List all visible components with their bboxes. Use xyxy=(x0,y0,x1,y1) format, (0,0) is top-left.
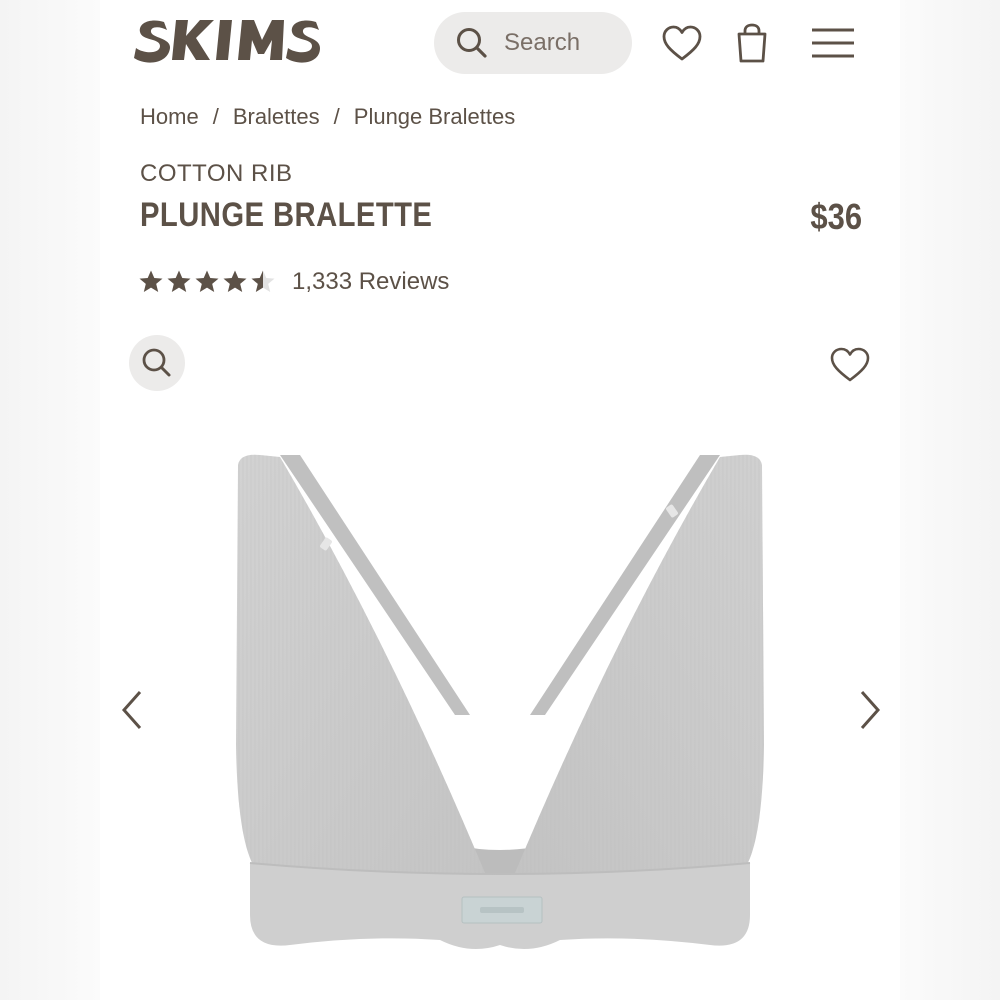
breadcrumb-plunge-bralettes[interactable]: Plunge Bralettes xyxy=(354,104,515,130)
right-page-margin xyxy=(900,0,1000,1000)
product-page: Home / Bralettes / Plunge Bralettes COTT… xyxy=(100,0,900,1000)
shopping-bag-icon xyxy=(737,23,767,63)
heart-icon xyxy=(662,25,702,61)
skims-logo-mark xyxy=(134,20,320,63)
zoom-button[interactable] xyxy=(129,335,185,391)
reviews-link[interactable]: 1,333 Reviews xyxy=(292,268,449,296)
skims-logo[interactable] xyxy=(134,14,320,66)
star-icon xyxy=(251,270,275,292)
product-title: PLUNGE BRALETTE xyxy=(140,196,433,234)
product-collection: COTTON RIB xyxy=(140,160,293,187)
product-image xyxy=(236,454,764,949)
chevron-right-icon xyxy=(860,691,881,729)
star-icon xyxy=(167,270,191,292)
next-image-button[interactable] xyxy=(856,688,884,732)
previous-image-button[interactable] xyxy=(118,688,146,732)
search-input[interactable] xyxy=(504,29,614,57)
menu-button[interactable] xyxy=(810,22,856,66)
star-icon xyxy=(139,270,163,292)
search-icon xyxy=(457,28,487,58)
breadcrumb-bralettes[interactable]: Bralettes xyxy=(233,104,320,130)
breadcrumb-separator: / xyxy=(212,104,219,129)
cart-button[interactable] xyxy=(732,22,772,66)
breadcrumb-separator: / xyxy=(333,104,340,129)
star-icon xyxy=(223,270,247,292)
heart-icon xyxy=(830,347,870,382)
product-price: $36 xyxy=(810,196,862,237)
product-rating[interactable]: 1,333 Reviews xyxy=(138,268,449,296)
rating-stars xyxy=(138,269,276,295)
menu-icon xyxy=(812,28,854,58)
wishlist-button[interactable] xyxy=(660,22,704,66)
chevron-left-icon xyxy=(121,691,142,729)
add-to-wishlist-button[interactable] xyxy=(828,345,872,385)
breadcrumb: Home / Bralettes / Plunge Bralettes xyxy=(140,104,515,130)
star-icon xyxy=(195,270,219,292)
search-bar[interactable] xyxy=(434,12,632,74)
zoom-icon xyxy=(142,348,171,377)
left-page-margin xyxy=(0,0,100,1000)
breadcrumb-home[interactable]: Home xyxy=(140,104,199,130)
